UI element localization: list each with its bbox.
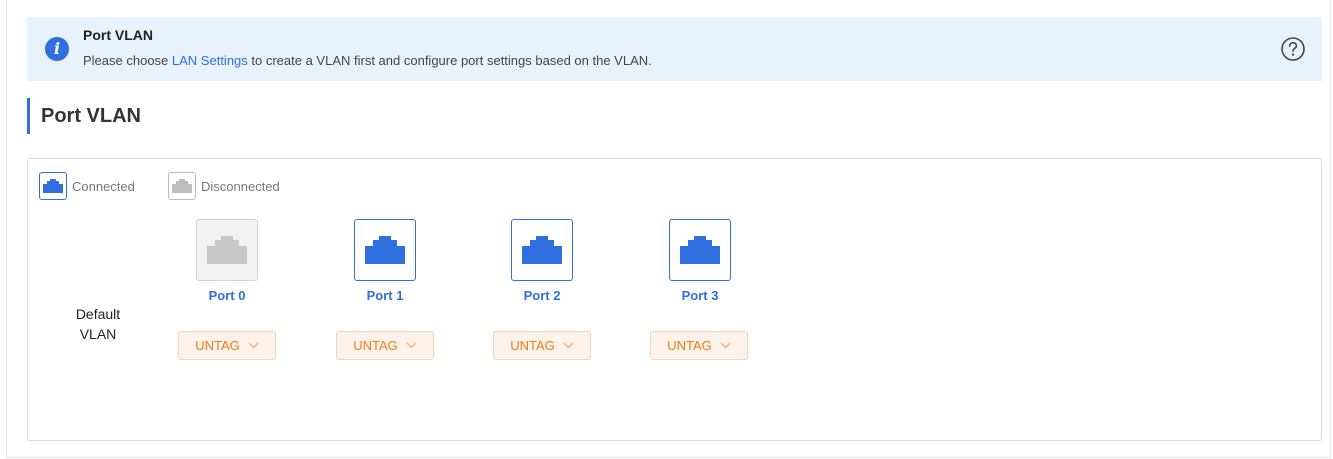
vlan-select-value: UNTAG	[353, 338, 398, 353]
question-circle-icon[interactable]	[1280, 36, 1306, 62]
connected-port-icon	[39, 172, 67, 200]
port-label[interactable]: Port 0	[196, 288, 258, 303]
port-3-vlan-select[interactable]: UNTAG	[650, 331, 748, 360]
port-3: Port 3	[669, 219, 731, 303]
chevron-down-icon	[720, 342, 731, 349]
port-label[interactable]: Port 2	[511, 288, 573, 303]
legend-disconnected: Disconnected	[168, 172, 280, 200]
ethernet-port-icon[interactable]	[511, 219, 573, 281]
default-vlan-label: Default VLAN	[48, 304, 148, 344]
ethernet-port-icon[interactable]	[354, 219, 416, 281]
banner-text-before: Please choose	[83, 53, 172, 68]
ethernet-port-icon[interactable]	[196, 219, 258, 281]
port-label[interactable]: Port 1	[354, 288, 416, 303]
section-title: Port VLAN	[41, 105, 141, 127]
port-1-vlan-select[interactable]: UNTAG	[336, 331, 434, 360]
ethernet-port-icon[interactable]	[669, 219, 731, 281]
info-banner: i Port VLAN Please choose LAN Settings t…	[27, 17, 1322, 81]
section-accent-bar	[27, 98, 30, 134]
chevron-down-icon	[406, 342, 417, 349]
chevron-down-icon	[248, 342, 259, 349]
banner-title: Port VLAN	[83, 27, 153, 43]
legend-connected-label: Connected	[72, 178, 135, 194]
vlan-select-value: UNTAG	[667, 338, 712, 353]
banner-text: Please choose LAN Settings to create a V…	[83, 53, 652, 68]
port-label[interactable]: Port 3	[669, 288, 731, 303]
lan-settings-link[interactable]: LAN Settings	[172, 53, 248, 68]
info-icon: i	[45, 37, 69, 61]
chevron-down-icon	[563, 342, 574, 349]
port-1: Port 1	[354, 219, 416, 303]
vlan-select-value: UNTAG	[195, 338, 240, 353]
disconnected-port-icon	[168, 172, 196, 200]
legend-disconnected-label: Disconnected	[201, 178, 280, 194]
banner-text-after: to create a VLAN first and configure por…	[247, 53, 652, 68]
vlan-select-value: UNTAG	[510, 338, 555, 353]
port-2: Port 2	[511, 219, 573, 303]
default-vlan-label-line1: Default	[75, 306, 121, 322]
page-container: i Port VLAN Please choose LAN Settings t…	[6, 0, 1331, 458]
port-0: Port 0	[196, 219, 258, 303]
port-0-vlan-select[interactable]: UNTAG	[178, 331, 276, 360]
default-vlan-label-line2: VLAN	[79, 326, 117, 342]
port-2-vlan-select[interactable]: UNTAG	[493, 331, 591, 360]
port-vlan-panel: Connected Disconnected Port 0 Port 1 Por…	[27, 158, 1322, 441]
legend-connected: Connected	[39, 172, 135, 200]
